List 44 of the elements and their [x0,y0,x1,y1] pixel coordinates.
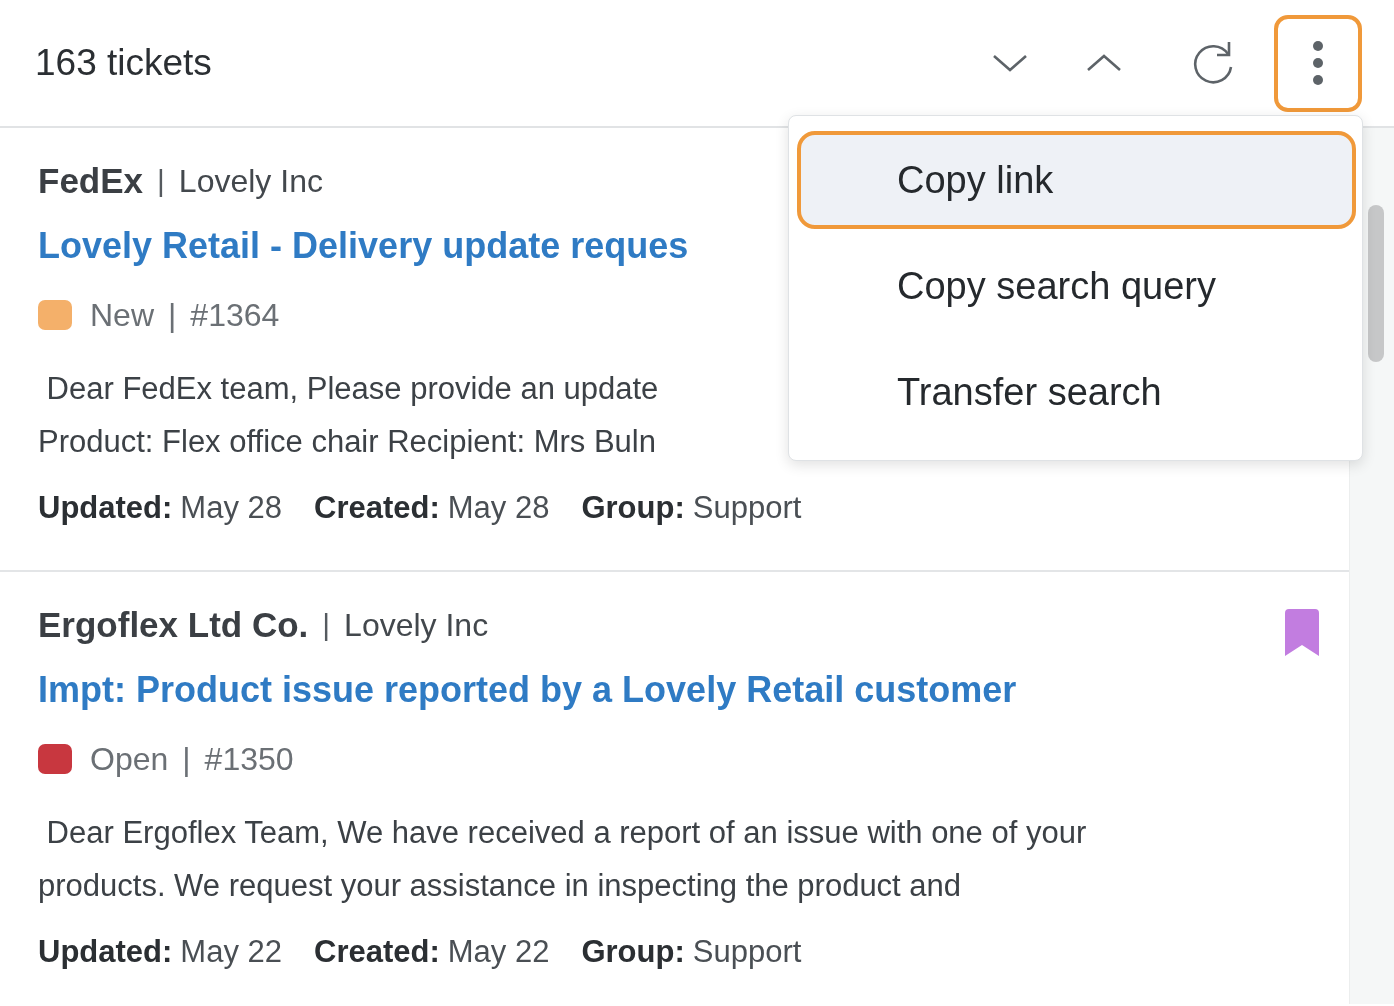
meta-label: Created: [314,490,440,526]
menu-item[interactable]: Copy link [797,131,1356,229]
meta-value: May 28 [447,490,550,526]
organization-name: Ergoflex Ltd Co. [38,605,309,645]
chevron-down-icon [992,53,1028,73]
organization-name: FedEx [38,161,144,201]
company-name: Lovely Inc [178,162,323,200]
previous-button[interactable] [1086,53,1122,73]
meta-label: Group: [581,490,685,526]
chevron-up-icon [1086,53,1122,73]
refresh-button[interactable] [1192,40,1234,86]
meta-label: Updated: [38,934,173,970]
kebab-icon [1312,40,1324,86]
meta-value: Support [692,490,802,526]
ticket-number: #1350 [204,740,294,778]
more-options-button[interactable] [1274,14,1362,112]
refresh-icon [1192,40,1234,86]
separator: | [157,164,165,198]
company-name: Lovely Inc [344,606,489,644]
ticket-preview-text: products. We request your assistance in inspecting the product and [38,867,962,905]
ticket-title-link[interactable]: Lovely Retail - Delivery update reques [38,206,689,286]
meta-value: May 22 [180,934,282,970]
meta-label: Created: [314,934,440,970]
ticket-count: 163 tickets [35,42,213,84]
menu-item[interactable]: Transfer search [797,343,1356,441]
meta-value: May 22 [447,934,550,970]
separator: | [168,296,177,334]
ticket-preview-text: Dear FedEx team, Please provide an update [45,370,659,408]
status-label: Open [90,740,169,778]
meta-label: Updated: [38,490,173,526]
menu-item[interactable]: Copy search query [797,237,1356,335]
bookmark-icon[interactable] [1285,609,1320,656]
meta-value: Support [692,934,802,970]
separator: | [322,608,331,642]
meta-value: May 28 [180,490,282,526]
status-label: New [90,296,154,334]
next-button[interactable] [992,53,1028,73]
separator: | [182,740,191,778]
scrollbar-thumb[interactable] [1368,205,1385,362]
meta-label: Group: [581,934,685,970]
ticket-preview-text: Product: Flex office chair Recipient: Mrs Buln [38,423,656,461]
ticket-number: #1364 [190,296,280,334]
ticket-title-link[interactable]: Impt: Product issue reported by a Lovely Retail customer [38,650,1017,730]
ticket-preview-text: Dear Ergoflex Team, We have received a report of an issue with one of your [45,814,1087,852]
